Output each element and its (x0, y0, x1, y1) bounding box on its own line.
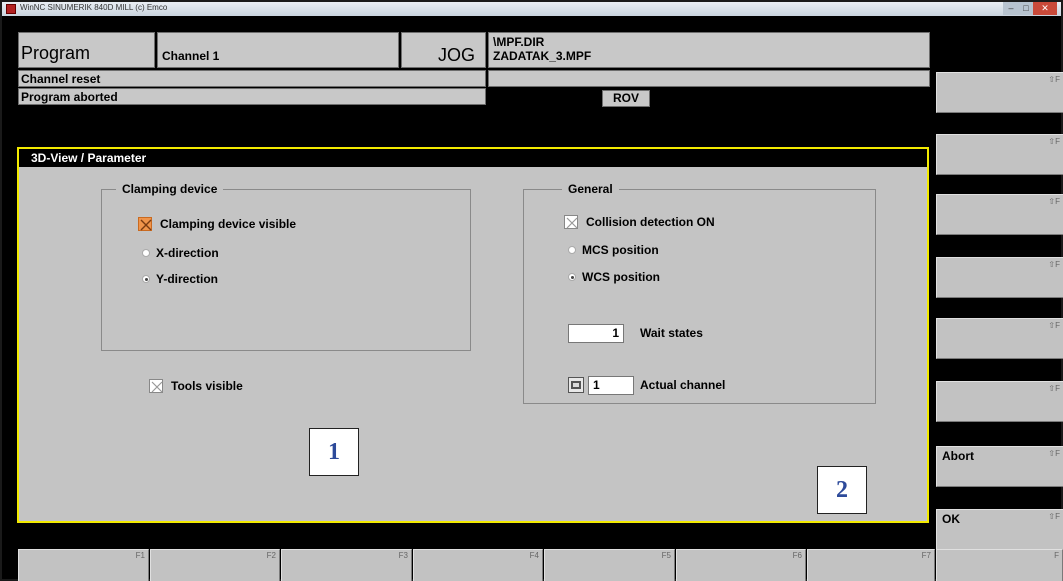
softkey-right-6[interactable]: ⇧F (936, 381, 1063, 422)
y-direction-label: Y-direction (156, 272, 219, 286)
softkey-f2-fn: F2 (266, 551, 276, 560)
clamping-device-legend: Clamping device (116, 182, 224, 196)
y-direction-option[interactable]: Y-direction (138, 272, 218, 286)
softkey-f7-fn: F7 (921, 551, 931, 560)
softkey-f4[interactable]: F4 (413, 549, 543, 581)
clamping-visible-checkbox[interactable] (138, 217, 152, 231)
clamping-visible-label: Clamping device visible (160, 217, 297, 231)
window-title: WinNC SINUMERIK 840D MILL (c) Emco (20, 3, 168, 12)
softkey-right-1[interactable]: ⇧F (936, 72, 1063, 113)
clamping-visible-option[interactable]: Clamping device visible (138, 217, 296, 231)
mcs-position-label: MCS position (582, 243, 659, 257)
app-icon (6, 4, 16, 14)
wcs-position-radio[interactable] (568, 273, 576, 281)
softkey-right-6-fn: ⇧F (1048, 384, 1060, 393)
program-directory: \MPF.DIR (493, 35, 545, 49)
minimize-button[interactable]: – (1003, 2, 1019, 15)
softkey-f2[interactable]: F2 (150, 549, 280, 581)
message-line (488, 70, 930, 87)
maximize-button[interactable]: □ (1019, 2, 1033, 15)
softkey-right-3[interactable]: ⇧F (936, 194, 1063, 235)
softkey-f6-fn: F6 (792, 551, 802, 560)
actual-channel-input[interactable]: 1 (588, 376, 634, 395)
operating-mode: JOG (401, 32, 486, 68)
softkey-f3-fn: F3 (398, 551, 408, 560)
x-direction-label: X-direction (156, 246, 219, 260)
wait-states-label: Wait states (640, 326, 703, 340)
channel-toggle-icon[interactable] (568, 377, 584, 393)
softkey-f4-fn: F4 (529, 551, 539, 560)
softkey-right-5-fn: ⇧F (1048, 321, 1060, 330)
softkey-f7[interactable]: F7 (807, 549, 935, 581)
softkey-right-4[interactable]: ⇧F (936, 257, 1063, 298)
tools-visible-checkbox[interactable] (149, 379, 163, 393)
rov-badge: ROV (602, 90, 650, 107)
mcs-position-option[interactable]: MCS position (564, 243, 659, 257)
x-direction-option[interactable]: X-direction (138, 246, 219, 260)
callout-1: 1 (309, 428, 359, 476)
window-titlebar: WinNC SINUMERIK 840D MILL (c) Emco – □ ✕ (2, 2, 1061, 16)
tools-visible-label: Tools visible (171, 379, 243, 393)
wcs-position-option[interactable]: WCS position (564, 270, 660, 284)
callout-2: 2 (817, 466, 867, 514)
softkey-f8[interactable]: F (936, 549, 1063, 581)
wcs-position-label: WCS position (582, 270, 660, 284)
tools-visible-option[interactable]: Tools visible (149, 379, 243, 393)
abort-softkey-label: Abort (942, 449, 974, 463)
softkey-f5[interactable]: F5 (544, 549, 675, 581)
softkey-right-2[interactable]: ⇧F (936, 134, 1063, 175)
ok-softkey-label: OK (942, 512, 960, 526)
wait-states-input[interactable]: 1 (568, 324, 624, 343)
general-group: General Collision detection ON MCS posit… (523, 182, 876, 404)
actual-channel-label: Actual channel (640, 378, 726, 392)
program-path: \MPF.DIR ZADATAK_3.MPF (488, 32, 930, 68)
softkey-f6[interactable]: F6 (676, 549, 806, 581)
parameter-dialog: 3D-View / Parameter Clamping device Clam… (17, 147, 929, 523)
clamping-device-group: Clamping device Clamping device visible … (101, 182, 471, 351)
softkey-f3[interactable]: F3 (281, 549, 412, 581)
softkey-right-3-fn: ⇧F (1048, 197, 1060, 206)
channel-status: Channel reset (18, 70, 486, 87)
x-direction-radio[interactable] (142, 249, 150, 257)
softkey-f5-fn: F5 (661, 551, 671, 560)
abort-softkey[interactable]: Abort ⇧F (936, 446, 1063, 487)
abort-softkey-fn: ⇧F (1048, 449, 1060, 458)
window-controls: – □ ✕ (1003, 2, 1057, 15)
program-file: ZADATAK_3.MPF (493, 49, 592, 63)
softkey-f1-fn: F1 (135, 551, 145, 560)
softkey-right-5[interactable]: ⇧F (936, 318, 1063, 359)
mcs-position-radio[interactable] (568, 246, 576, 254)
softkey-right-1-fn: ⇧F (1048, 75, 1060, 84)
ok-softkey[interactable]: OK ⇧F (936, 509, 1063, 550)
softkey-right-4-fn: ⇧F (1048, 260, 1060, 269)
collision-checkbox[interactable] (564, 215, 578, 229)
ok-softkey-fn: ⇧F (1048, 512, 1060, 521)
softkey-f1[interactable]: F1 (18, 549, 149, 581)
softkey-right-2-fn: ⇧F (1048, 137, 1060, 146)
general-legend: General (562, 182, 619, 196)
softkey-f8-fn: F (1054, 551, 1059, 560)
collision-option[interactable]: Collision detection ON (564, 215, 715, 229)
close-button[interactable]: ✕ (1033, 2, 1057, 15)
operating-area: Program (18, 32, 155, 68)
channel-name: Channel 1 (157, 32, 399, 68)
program-status: Program aborted (18, 88, 486, 105)
y-direction-radio[interactable] (142, 275, 150, 283)
collision-label: Collision detection ON (586, 215, 715, 229)
dialog-title: 3D-View / Parameter (19, 149, 927, 167)
